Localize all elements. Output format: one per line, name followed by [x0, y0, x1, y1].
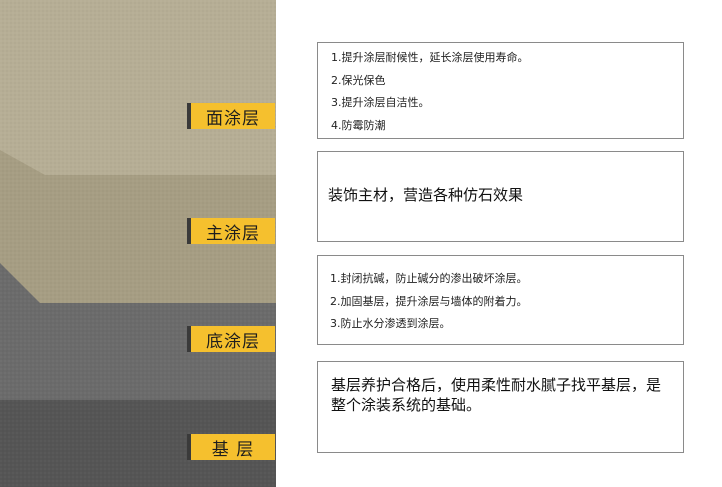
top-coat-item: 3.提升涂层自洁性。	[331, 96, 430, 109]
top-coat-box: 1.提升涂层耐候性，延长涂层使用寿命。 2.保光保色 3.提升涂层自洁性。 4.…	[317, 42, 684, 139]
primer-item: 1.封闭抗碱，防止碱分的渗出破坏涂层。	[330, 272, 528, 285]
top-coat-label: 面涂层	[187, 103, 275, 129]
substrate-box: 基层养护合格后，使用柔性耐水腻子找平基层，是整个涂装系统的基础。	[317, 361, 684, 453]
primer-box: 1.封闭抗碱，防止碱分的渗出破坏涂层。 2.加固基层，提升涂层与墙体的附着力。 …	[317, 255, 684, 345]
main-coat-description: 装饰主材，营造各种仿石效果	[328, 186, 524, 204]
top-coat-item: 2.保光保色	[331, 73, 386, 87]
substrate-label: 基 层	[187, 434, 275, 460]
top-coat-list: 1.提升涂层耐候性，延长涂层使用寿命。 2.保光保色 3.提升涂层自洁性。 4.…	[318, 43, 683, 137]
primer-list: 1.封闭抗碱，防止碱分的渗出破坏涂层。 2.加固基层，提升涂层与墙体的附着力。 …	[318, 256, 683, 336]
primer-label: 底涂层	[187, 326, 275, 352]
substrate-description: 基层养护合格后，使用柔性耐水腻子找平基层，是整个涂装系统的基础。	[331, 376, 662, 414]
top-coat-item: 1.提升涂层耐候性，延长涂层使用寿命。	[331, 51, 529, 64]
primer-item: 2.加固基层，提升涂层与墙体的附着力。	[330, 294, 528, 308]
main-coat-box: 装饰主材，营造各种仿石效果	[317, 151, 684, 242]
primer-item: 3.防止水分渗透到涂层。	[330, 317, 451, 330]
top-coat-item: 4.防霉防潮	[331, 118, 386, 132]
main-coat-label: 主涂层	[187, 218, 275, 244]
